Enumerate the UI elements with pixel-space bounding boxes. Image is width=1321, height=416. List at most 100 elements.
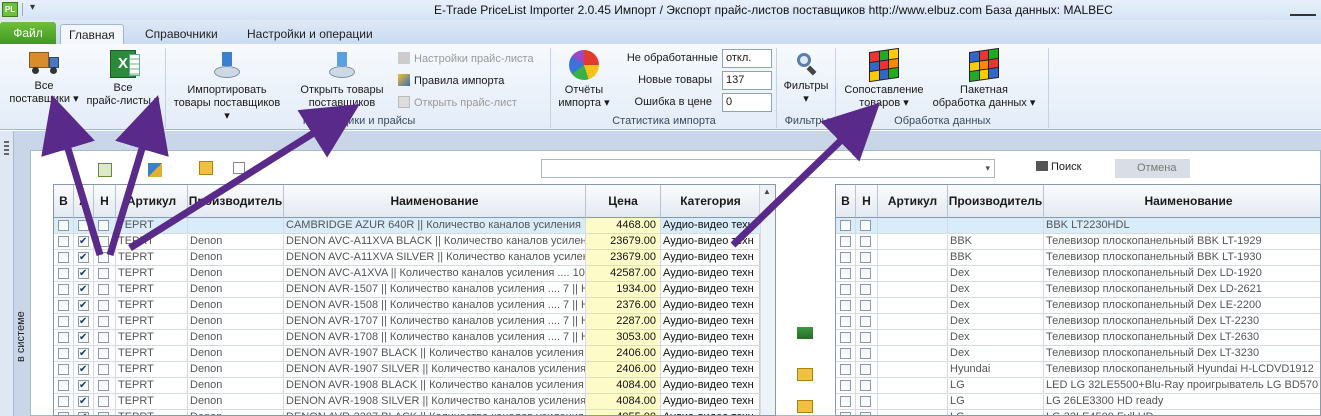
folder-icon[interactable]: [199, 161, 213, 175]
checkbox[interactable]: [78, 330, 89, 345]
import-rules-button[interactable]: Правила импорта: [398, 74, 504, 87]
table-row[interactable]: TEPRTDenonDENON AVR-1907 BLACK || Количе…: [54, 346, 775, 362]
checkbox[interactable]: [78, 410, 89, 415]
folder-icon[interactable]: [797, 368, 813, 381]
table-row[interactable]: TEPRTDenonDENON AVR-1708 || Количество к…: [54, 330, 775, 346]
table-row[interactable]: TEPRTDenonDENON AVR-1908 BLACK || Количе…: [54, 378, 775, 394]
checkbox[interactable]: [840, 316, 851, 327]
checkbox[interactable]: [98, 380, 109, 391]
checkbox[interactable]: [58, 364, 69, 375]
table-row[interactable]: BBK Телевизор плоскопанельный BBK LT-1930: [836, 250, 1320, 266]
checkbox[interactable]: [840, 332, 851, 343]
table-row[interactable]: Dex Телевизор плоскопанельный Dex LD-2621: [836, 282, 1320, 298]
checkbox[interactable]: [78, 266, 89, 281]
checkbox[interactable]: [58, 236, 69, 247]
left-dock-strip[interactable]: [0, 131, 14, 416]
checkbox[interactable]: [98, 220, 109, 231]
checkbox[interactable]: [58, 300, 69, 311]
column-header[interactable]: Цена: [586, 185, 661, 218]
filters-button[interactable]: Фильтры ▾: [780, 52, 832, 106]
column-header[interactable]: Производитель: [188, 185, 284, 218]
checkbox[interactable]: [860, 300, 871, 311]
import-goods-button[interactable]: Импортировать товары поставщиков ▾: [170, 52, 284, 123]
checkbox[interactable]: [78, 346, 89, 361]
checkbox[interactable]: [98, 236, 109, 247]
table-row[interactable]: TEPRTDenonDENON AVR-1507 || Количество к…: [54, 282, 775, 298]
hierarchy-icon[interactable]: [797, 327, 813, 339]
checkbox[interactable]: [58, 332, 69, 343]
column-header[interactable]: Производитель: [948, 185, 1044, 218]
checkbox[interactable]: [840, 236, 851, 247]
table-row[interactable]: TEPRTDenonDENON AVC-A11XVA SILVER || Кол…: [54, 250, 775, 266]
checkbox[interactable]: [840, 252, 851, 263]
sort-icon[interactable]: [148, 163, 162, 177]
import-reports-button[interactable]: Отчёты импорта ▾: [554, 50, 614, 110]
checkbox[interactable]: [78, 282, 89, 297]
checkbox[interactable]: [98, 348, 109, 359]
table-row[interactable]: TEPRTDenonDENON AVC-A1XVA || Количество …: [54, 266, 775, 282]
checkbox[interactable]: [98, 412, 109, 415]
table-row[interactable]: LG LG 26LE3300 HD ready: [836, 394, 1320, 410]
tab-home[interactable]: Главная: [60, 24, 124, 45]
checkbox[interactable]: [58, 348, 69, 359]
checkbox[interactable]: [78, 298, 89, 313]
checkbox[interactable]: [840, 412, 851, 415]
table-row[interactable]: TEPRTDenonDENON AVC-A11XVA BLACK || Коли…: [54, 234, 775, 250]
column-header[interactable]: Наименование: [1044, 185, 1320, 218]
cancel-button[interactable]: Отмена: [1115, 159, 1190, 178]
column-header[interactable]: Категория: [661, 185, 761, 218]
checkbox[interactable]: [98, 316, 109, 327]
checkbox[interactable]: [98, 268, 109, 279]
table-row[interactable]: Dex Телевизор плоскопанельный Dex LT-2630: [836, 330, 1320, 346]
table-row[interactable]: LGLG 32LE4500 Full HD: [836, 410, 1320, 415]
all-suppliers-button[interactable]: Все поставщики ▾: [8, 50, 80, 106]
checkbox[interactable]: [78, 220, 89, 231]
checkbox[interactable]: [860, 380, 871, 391]
checkbox[interactable]: [98, 252, 109, 263]
new-goods-field[interactable]: 137: [722, 71, 772, 90]
search-button[interactable]: Поиск: [1036, 161, 1081, 173]
minimize-icon[interactable]: [1290, 4, 1316, 16]
table-row[interactable]: Dex Телевизор плоскопанельный Dex LT-3230: [836, 346, 1320, 362]
checkbox[interactable]: [860, 364, 871, 375]
tab-directories[interactable]: Справочники: [137, 24, 226, 44]
column-header[interactable]: А: [74, 185, 94, 218]
pricelist-settings-button[interactable]: Настройки прайс-листа: [398, 52, 534, 65]
batch-processing-button[interactable]: Пакетная обработка данных ▾: [928, 47, 1040, 110]
checkbox[interactable]: [860, 412, 871, 415]
checkbox[interactable]: [840, 300, 851, 311]
table-row[interactable]: BBK LT2230HDL: [836, 218, 1320, 234]
checkbox[interactable]: [860, 220, 871, 231]
tab-settings[interactable]: Настройки и операции: [239, 24, 381, 44]
checkbox[interactable]: [98, 300, 109, 311]
table-row[interactable]: Dex Телевизор плоскопанельный Dex LD-1920: [836, 266, 1320, 282]
checkbox[interactable]: [98, 364, 109, 375]
tab-file[interactable]: Файл: [0, 22, 56, 44]
table-row[interactable]: TEPRTDenonDENON AVR-1707 || Количество к…: [54, 314, 775, 330]
column-header[interactable]: Н: [856, 185, 878, 218]
checkbox[interactable]: [840, 380, 851, 391]
checkbox[interactable]: [860, 332, 871, 343]
checkbox[interactable]: [860, 316, 871, 327]
checkbox[interactable]: [78, 394, 89, 409]
table-row[interactable]: LG LED LG 32LE5500+Blu-Ray проигрыватель …: [836, 378, 1320, 394]
all-pricelists-button[interactable]: X Все прайс-листы ▾: [84, 50, 162, 108]
checkbox[interactable]: [840, 396, 851, 407]
table-row[interactable]: TEPRTDenonDENON AVR-1907 SILVER || Колич…: [54, 362, 775, 378]
checkbox[interactable]: [58, 268, 69, 279]
checkbox[interactable]: [58, 252, 69, 263]
checkbox[interactable]: [840, 284, 851, 295]
checkbox[interactable]: [78, 250, 89, 265]
checkbox[interactable]: [78, 234, 89, 249]
column-header[interactable]: Артикул: [116, 185, 188, 218]
checkbox[interactable]: [58, 316, 69, 327]
open-goods-button[interactable]: Открыть товары поставщиков: [292, 52, 392, 110]
checkbox[interactable]: [78, 362, 89, 377]
checkbox[interactable]: [860, 396, 871, 407]
table-row[interactable]: TEPRTDenonDENON AVR-1908 SILVER || Колич…: [54, 394, 775, 410]
column-header[interactable]: Наименование: [284, 185, 586, 218]
checkbox[interactable]: [98, 332, 109, 343]
checkbox[interactable]: [840, 268, 851, 279]
checkbox[interactable]: [58, 220, 69, 231]
column-header[interactable]: Артикул: [878, 185, 948, 218]
